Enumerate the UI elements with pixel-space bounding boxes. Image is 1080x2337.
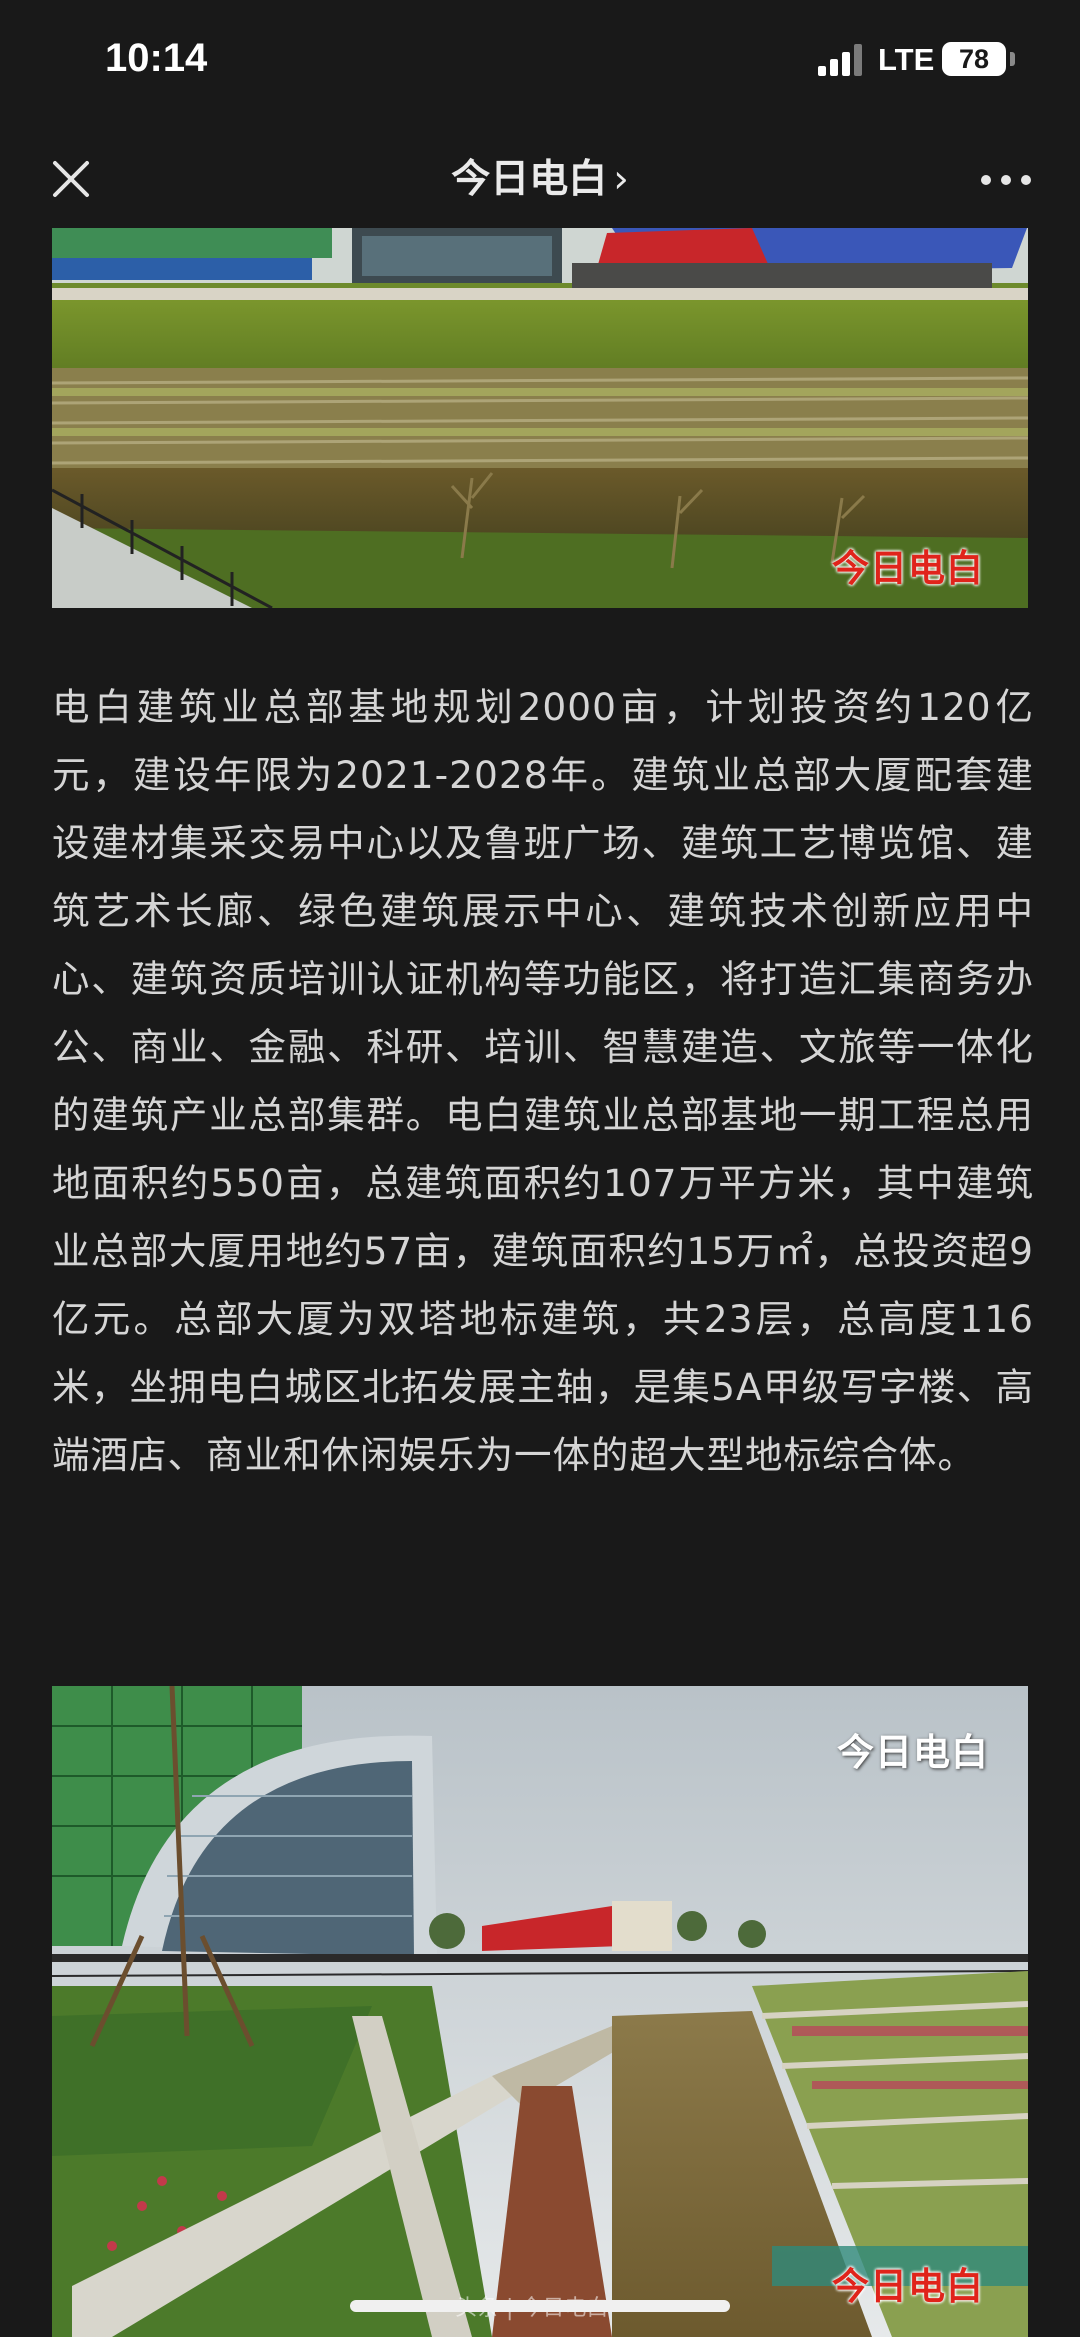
close-icon[interactable]	[40, 148, 102, 210]
article-image-top[interactable]: 今日电白	[52, 228, 1028, 608]
home-indicator[interactable]	[350, 2300, 730, 2312]
battery-icon: 78	[942, 42, 1006, 76]
image-watermark: 今日电白	[832, 547, 984, 590]
signal-icon	[818, 44, 862, 76]
status-bar: 10:14 LTE 78	[0, 0, 1080, 120]
account-name: 今日电白	[451, 157, 608, 202]
more-icon[interactable]	[976, 160, 1036, 200]
account-title[interactable]: 今日电白 ›	[340, 148, 740, 204]
canal-park-illustration	[52, 1686, 1028, 2337]
chevron-right-icon: ›	[613, 157, 629, 202]
nav-bar: 今日电白 ›	[0, 120, 1080, 228]
image-watermark-top: 今日电白	[837, 1731, 989, 1774]
status-time: 10:14	[105, 36, 208, 80]
network-type: LTE	[878, 42, 935, 77]
article-paragraph: 电白建筑业总部基地规划2000亩，计划投资约120亿元，建设年限为2021-20…	[52, 685, 1034, 1477]
article-image-bottom[interactable]: 今日电白 今日电白	[52, 1686, 1028, 2337]
battery-tip	[1010, 52, 1015, 66]
image-watermark-bottom: 今日电白	[832, 2265, 984, 2308]
